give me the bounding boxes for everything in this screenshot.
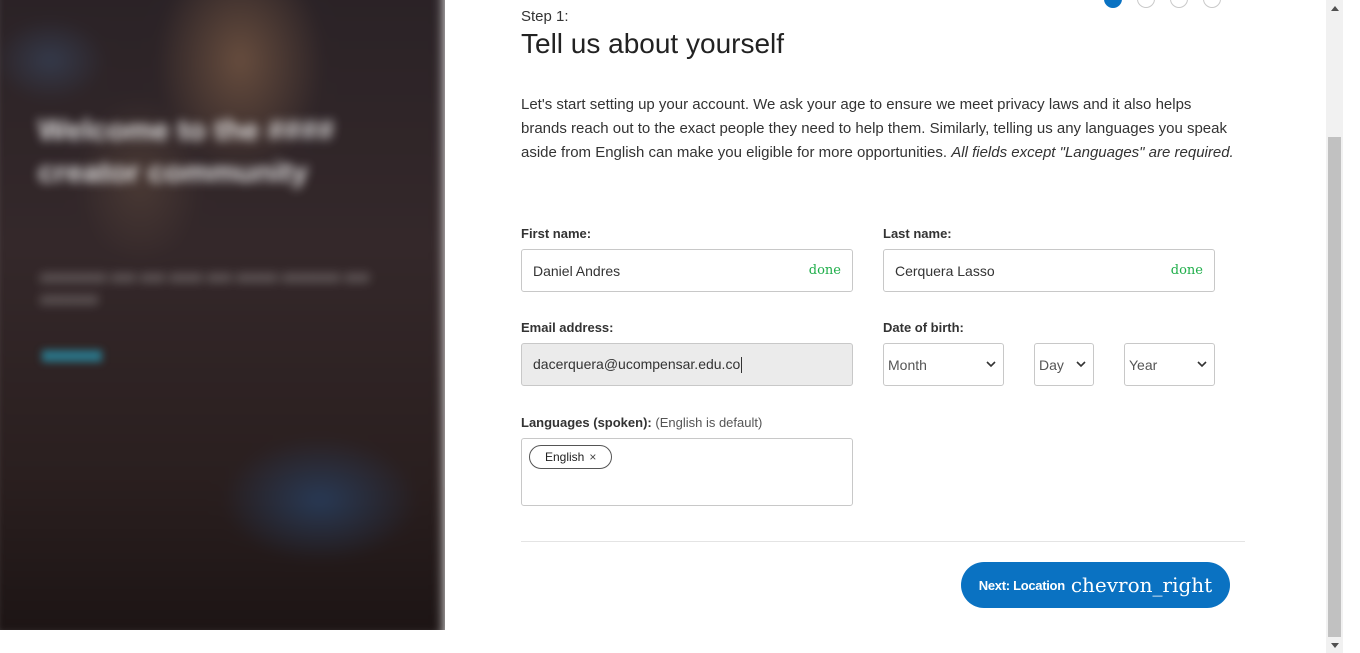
email-value: dacerquera@ucompensar.edu.co xyxy=(533,355,841,374)
footer-divider xyxy=(521,541,1245,542)
dob-day-value: Day xyxy=(1039,356,1064,373)
chevron-right-icon: chevron_right xyxy=(1070,573,1213,597)
last-name-label: Last name: xyxy=(883,226,952,241)
done-icon: done xyxy=(1170,263,1203,278)
dob-year-value: Year xyxy=(1129,356,1158,373)
dob-day-select[interactable]: Day xyxy=(1034,343,1094,386)
vertical-scrollbar[interactable] xyxy=(1326,0,1343,653)
last-name-value: Cerquera Lasso xyxy=(895,262,995,279)
progress-stepper xyxy=(1104,0,1221,8)
done-icon: done xyxy=(808,263,841,278)
step-indicator-2 xyxy=(1137,0,1155,8)
intro-required-note: All fields except "Languages" are requir… xyxy=(951,144,1234,161)
dob-year-select[interactable]: Year xyxy=(1124,343,1215,386)
languages-input[interactable]: English × xyxy=(521,438,853,506)
language-tag: English × xyxy=(529,445,613,469)
dob-month-value: Month xyxy=(888,356,927,373)
first-name-label: First name: xyxy=(521,226,592,241)
intro-text: Let's start setting up your account. We … xyxy=(521,93,1241,165)
chevron-down-icon xyxy=(985,359,997,371)
hero-link xyxy=(42,350,102,362)
page-title: Tell us about yourself xyxy=(521,28,785,59)
next-location-button[interactable]: Next: Location chevron_right xyxy=(961,562,1230,608)
first-name-field[interactable]: Daniel Andres done xyxy=(521,249,853,292)
hero-background-image xyxy=(0,0,445,630)
scroll-down-arrow-icon[interactable] xyxy=(1326,639,1343,651)
dob-label: Date of birth: xyxy=(883,320,964,335)
next-button-label: Next: Location xyxy=(978,577,1065,593)
text-cursor xyxy=(741,357,743,374)
language-tag-label: English xyxy=(545,450,585,464)
chevron-down-icon xyxy=(1196,359,1208,371)
step-indicator-3 xyxy=(1170,0,1188,8)
hero-panel: Welcome to the #### creator community ##… xyxy=(0,0,445,630)
chevron-down-icon xyxy=(1075,359,1087,371)
first-name-value: Daniel Andres xyxy=(533,262,621,279)
hero-body: ######## ### ### #### ### ##### ####### … xyxy=(40,270,370,309)
scrollbar-thumb[interactable] xyxy=(1328,137,1341,637)
last-name-field[interactable]: Cerquera Lasso done xyxy=(883,249,1215,292)
remove-tag-icon[interactable]: × xyxy=(589,450,596,464)
languages-label: Languages (spoken): (English is default) xyxy=(521,415,762,430)
hero-headline: Welcome to the #### creator community xyxy=(38,114,335,189)
email-label: Email address: xyxy=(521,320,614,335)
languages-label-text: Languages (spoken): xyxy=(521,415,652,430)
dob-month-select[interactable]: Month xyxy=(883,343,1004,386)
email-text: dacerquera@ucompensar.edu.co xyxy=(533,355,741,372)
step-indicator-4 xyxy=(1203,0,1221,8)
email-field[interactable]: dacerquera@ucompensar.edu.co xyxy=(521,343,853,386)
scroll-up-arrow-icon[interactable] xyxy=(1326,2,1343,14)
step-label: Step 1: xyxy=(521,8,569,25)
languages-hint: (English is default) xyxy=(655,415,763,430)
step-indicator-1 xyxy=(1104,0,1122,8)
